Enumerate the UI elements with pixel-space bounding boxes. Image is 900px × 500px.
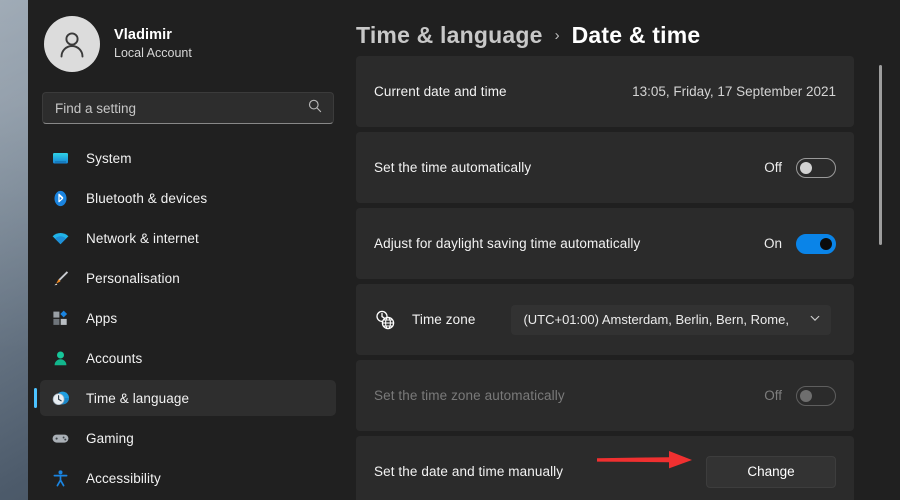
sidebar-item-gaming[interactable]: Gaming — [40, 420, 336, 456]
sidebar-nav: System Bluetooth & devices — [40, 140, 336, 496]
card-set-time-zone-automatically: Set the time zone automatically Off — [356, 360, 854, 431]
setting-label: Set the date and time manually — [374, 464, 563, 479]
sidebar-item-label: System — [86, 151, 132, 166]
wifi-icon — [50, 228, 70, 248]
sidebar-item-apps[interactable]: Apps — [40, 300, 336, 336]
setting-label: Time zone — [412, 312, 475, 327]
set-time-automatically-toggle[interactable] — [796, 158, 836, 178]
clock-globe-icon — [50, 388, 70, 408]
time-zone-dropdown[interactable]: (UTC+01:00) Amsterdam, Berlin, Bern, Rom… — [511, 305, 831, 335]
toggle-state-label: Off — [764, 160, 782, 175]
setting-label: Current date and time — [374, 84, 507, 99]
chevron-right-icon: › — [555, 27, 560, 44]
sidebar-item-network-internet[interactable]: Network & internet — [40, 220, 336, 256]
sidebar-item-label: Accounts — [86, 351, 142, 366]
current-date-time-value: 13:05, Friday, 17 September 2021 — [632, 84, 836, 99]
sidebar-item-accessibility[interactable]: Accessibility — [40, 460, 336, 496]
accessibility-person-icon — [50, 468, 70, 488]
game-controller-icon — [50, 428, 70, 448]
sidebar-item-system[interactable]: System — [40, 140, 336, 176]
search-box[interactable] — [42, 92, 334, 124]
daylight-saving-toggle[interactable] — [796, 234, 836, 254]
card-current-date-time: Current date and time 13:05, Friday, 17 … — [356, 56, 854, 127]
person-avatar-icon — [55, 27, 89, 61]
avatar — [44, 16, 100, 72]
sidebar: Vladimir Local Account — [28, 0, 348, 500]
sidebar-item-label: Apps — [86, 311, 117, 326]
bluetooth-icon — [50, 188, 70, 208]
system-monitor-icon — [50, 148, 70, 168]
person-icon — [50, 348, 70, 368]
page-title: Date & time — [572, 22, 701, 49]
settings-window: Vladimir Local Account — [28, 0, 900, 500]
search-icon[interactable] — [307, 98, 323, 119]
change-button[interactable]: Change — [706, 456, 836, 488]
breadcrumb-parent-link[interactable]: Time & language — [356, 22, 543, 49]
content-pane: Time & language › Date & time Current da… — [348, 0, 900, 500]
card-daylight-saving: Adjust for daylight saving time automati… — [356, 208, 854, 279]
set-time-zone-automatically-toggle — [796, 386, 836, 406]
clock-globe-icon — [374, 309, 396, 331]
time-zone-selected-value: (UTC+01:00) Amsterdam, Berlin, Bern, Rom… — [523, 312, 801, 327]
toggle-state-label: Off — [764, 388, 782, 403]
profile-name: Vladimir — [114, 26, 192, 44]
card-set-time-automatically: Set the time automatically Off — [356, 132, 854, 203]
setting-label: Adjust for daylight saving time automati… — [374, 236, 640, 251]
sidebar-item-label: Accessibility — [86, 471, 161, 486]
sidebar-item-label: Network & internet — [86, 231, 199, 246]
sidebar-item-label: Bluetooth & devices — [86, 191, 207, 206]
toggle-state-label: On — [764, 236, 782, 251]
content-scrollbar[interactable] — [879, 65, 882, 245]
paintbrush-icon — [50, 268, 70, 288]
sidebar-item-time-language[interactable]: Time & language — [40, 380, 336, 416]
sidebar-item-label: Personalisation — [86, 271, 180, 286]
setting-label: Set the time automatically — [374, 160, 531, 175]
user-profile[interactable]: Vladimir Local Account — [40, 0, 336, 76]
sidebar-item-bluetooth-devices[interactable]: Bluetooth & devices — [40, 180, 336, 216]
settings-cards: Current date and time 13:05, Friday, 17 … — [348, 56, 900, 500]
annotation-arrow-icon — [597, 449, 693, 471]
search-input[interactable] — [55, 101, 299, 116]
apps-squares-icon — [50, 308, 70, 328]
setting-label: Set the time zone automatically — [374, 388, 565, 403]
breadcrumb: Time & language › Date & time — [348, 0, 900, 56]
sidebar-item-label: Time & language — [86, 391, 189, 406]
chevron-down-icon[interactable] — [809, 311, 821, 329]
profile-account-type: Local Account — [114, 45, 192, 61]
sidebar-item-label: Gaming — [86, 431, 134, 446]
card-time-zone: Time zone (UTC+01:00) Amsterdam, Berlin,… — [356, 284, 854, 355]
sidebar-item-accounts[interactable]: Accounts — [40, 340, 336, 376]
sidebar-item-personalisation[interactable]: Personalisation — [40, 260, 336, 296]
